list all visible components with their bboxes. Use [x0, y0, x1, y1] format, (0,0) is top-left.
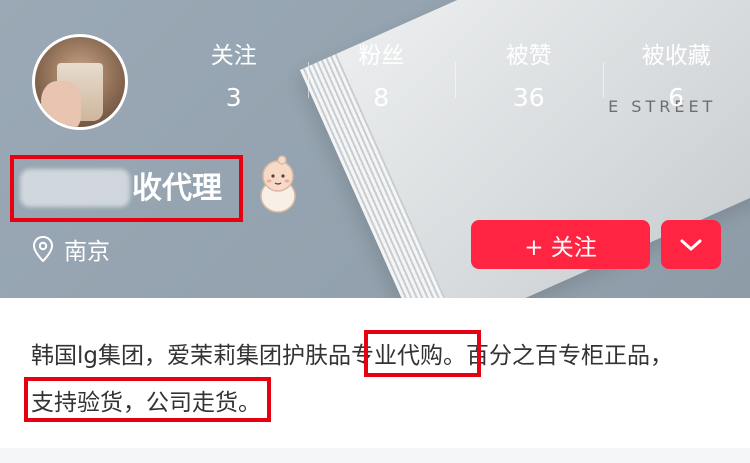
- stat-collected-label: 被收藏: [641, 43, 711, 69]
- stat-followers-value: 8: [373, 83, 390, 112]
- avatar-hand: [41, 81, 81, 127]
- highlight-box-verification: [24, 377, 271, 422]
- profile-header: E STREET 关注 3 粉丝 8 被赞 36 被收藏 6 收代理 南京 + …: [0, 0, 750, 298]
- map-pin-icon: [32, 236, 54, 262]
- bottom-divider: [0, 448, 750, 463]
- location-text: 南京: [64, 239, 110, 265]
- stat-followers[interactable]: 粉丝 8: [307, 40, 456, 120]
- location: 南京: [32, 232, 110, 266]
- bio-line-1: 韩国lg集团，爱茉莉集团护肤品专业代购。百分之百专柜正品，: [31, 343, 673, 369]
- stat-likes-value: 36: [512, 83, 545, 112]
- highlight-box-proxy-purchase: [364, 330, 481, 377]
- more-options-button[interactable]: [661, 220, 721, 269]
- baby-sticker-icon: [260, 155, 296, 213]
- username-blurred-part: [20, 169, 130, 207]
- stat-likes-label: 被赞: [505, 43, 552, 69]
- username: 收代理: [132, 171, 222, 206]
- stat-following-label: 关注: [210, 43, 257, 69]
- follow-button[interactable]: + 关注: [471, 220, 650, 269]
- chevron-down-icon: [680, 239, 702, 250]
- username-highlight-box: 收代理: [10, 155, 243, 222]
- stat-following-value: 3: [225, 83, 242, 112]
- stats-row: 关注 3 粉丝 8 被赞 36 被收藏 6: [160, 40, 750, 120]
- avatar[interactable]: [32, 34, 128, 130]
- stat-collected-value: 6: [668, 83, 685, 112]
- stat-followers-label: 粉丝: [358, 43, 405, 69]
- stat-collected[interactable]: 被收藏 6: [602, 40, 750, 120]
- stat-likes[interactable]: 被赞 36: [455, 40, 603, 120]
- stat-following[interactable]: 关注 3: [160, 40, 308, 120]
